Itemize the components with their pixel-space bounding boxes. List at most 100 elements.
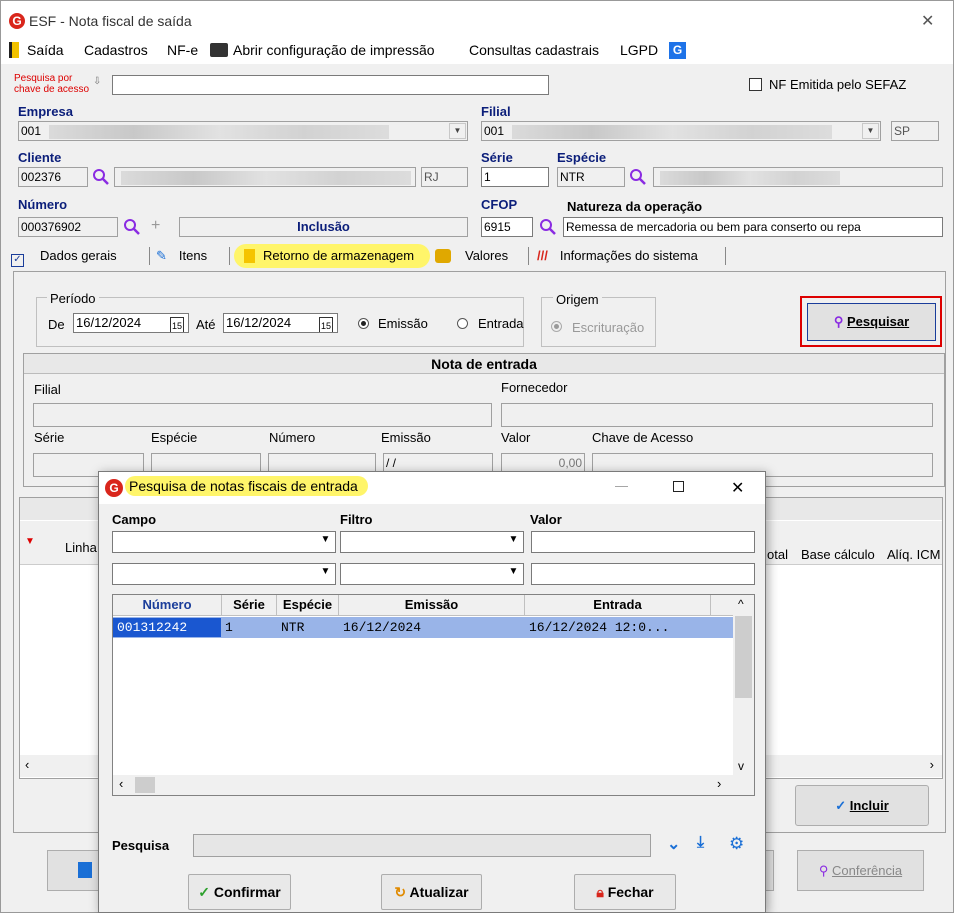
pesquisar-button[interactable]: ⚲ Pesquisar [807,303,936,341]
search-icon[interactable] [92,168,110,186]
close-icon[interactable]: ✕ [731,478,744,498]
search-icon[interactable] [539,218,557,236]
maximize-icon[interactable] [673,481,684,492]
ne-especie-label: Espécie [151,430,198,445]
close-icon[interactable]: ✕ [921,11,934,31]
expand-bottom-icon[interactable]: ⤓ [697,834,704,852]
escrituracao-radio[interactable] [551,321,562,332]
exit-door-icon [9,42,19,58]
menu-abrir-config[interactable]: Abrir configuração de impressão [233,42,435,58]
numero-input[interactable]: 000376902 [18,217,118,237]
cliente-code[interactable]: 002376 [18,167,88,187]
de-date-input[interactable]: 16/12/2024 15 [73,313,189,333]
especie-name [653,167,943,187]
status-display: Inclusão [179,217,468,237]
table-row[interactable]: 001312242 1 NTR 16/12/2024 16/12/2024 12… [113,617,733,638]
filial-code: 001 [484,124,505,138]
cliente-name [114,167,416,187]
search-icon[interactable] [629,168,647,186]
menu-cadastros[interactable]: Cadastros [84,42,148,58]
natureza-input[interactable]: Remessa de mercadoria ou bem para conser… [563,217,943,237]
menu-nfe[interactable]: NF-e [167,42,198,58]
chevron-down-icon[interactable]: ▼ [317,565,334,581]
atualizar-button[interactable]: ↻ Atualizar [381,874,482,910]
scroll-thumb[interactable] [735,616,752,698]
tab-info-label: Informações do sistema [559,248,698,263]
cliente-label: Cliente [18,150,62,165]
chevron-down-icon[interactable]: ▼ [862,123,879,139]
fechar-button[interactable]: 🔒︎ Fechar [574,874,676,910]
origem-legend: Origem [553,292,602,307]
menu-consultas[interactable]: Consultas cadastrais [469,42,599,58]
scroll-up-icon[interactable]: ^ [738,597,744,611]
col-aliq-icm: Alíq. ICM [887,547,941,562]
tab-retorno[interactable]: Retorno de armazenagem [234,244,430,268]
col-emissao[interactable]: Emissão [339,595,525,616]
expand-down-icon[interactable]: ⌄ [667,834,680,854]
incluir-label: Incluir [849,798,889,813]
valor-input-1[interactable] [531,531,755,553]
emissao-radio[interactable] [358,318,369,329]
chevron-down-icon[interactable]: ▼ [449,123,466,139]
chevron-down-icon[interactable]: ▼ [317,533,334,549]
coins-icon [435,249,451,263]
filial-select[interactable]: 001 ▼ [481,121,881,141]
tab-valores[interactable]: Valores [435,243,531,269]
hscroll-thumb[interactable] [135,777,155,793]
calendar-icon[interactable]: 15 [169,317,184,332]
gear-icon[interactable]: ⚙ [729,834,744,854]
grid-vscrollbar[interactable]: ^ v [733,595,754,795]
tab-info-sistema[interactable]: /// Informações do sistema [537,243,727,269]
campo-select-1[interactable]: ▼ [112,531,336,553]
menu-bar: Saída Cadastros NF-e Abrir configuração … [1,39,953,64]
entrada-radio[interactable] [457,318,468,329]
valor-input-2[interactable] [531,563,755,585]
serie-input[interactable]: 1 [481,167,549,187]
cfop-input[interactable]: 6915 [481,217,533,237]
periodo-legend: Período [47,291,99,306]
chevron-down-icon[interactable]: ▼ [505,565,522,581]
chevron-down-icon[interactable]: ▼ [505,533,522,549]
ne-valor-label: Valor [501,430,531,445]
plus-icon[interactable]: + [151,217,160,235]
ne-fornecedor-field [501,403,933,427]
col-especie[interactable]: Espécie [277,595,339,616]
search-icon[interactable] [123,218,141,236]
col-serie[interactable]: Série [222,595,277,616]
empresa-select[interactable]: 001 ▼ [18,121,468,141]
atualizar-label: Atualizar [409,884,469,900]
ate-date-input[interactable]: 16/12/2024 15 [223,313,338,333]
scroll-left-icon[interactable]: ‹ [119,776,123,791]
document-icon [244,249,255,263]
incluir-button[interactable]: ✓ Incluir [795,785,929,826]
campo-select-2[interactable]: ▼ [112,563,336,585]
calendar-icon[interactable]: 15 [318,317,333,332]
scroll-left-icon[interactable]: ‹ [25,757,29,772]
confirmar-button[interactable]: ✓ Confirmar [188,874,291,910]
tab-dados-gerais[interactable]: ✓ Dados gerais [11,243,149,269]
col-numero[interactable]: Número [113,595,222,616]
nf-sefaz-label: NF Emitida pelo SEFAZ [769,77,907,92]
cell-serie: 1 [225,620,233,635]
empresa-label: Empresa [18,104,73,119]
nf-sefaz-checkbox[interactable] [749,78,762,91]
scroll-right-icon[interactable]: › [717,776,721,791]
scroll-right-icon[interactable]: › [930,757,934,772]
grid-hscrollbar[interactable]: ‹ › [113,775,733,795]
search-key-input[interactable] [112,75,549,95]
filial-uf: SP [891,121,939,141]
pesquisa-input[interactable] [193,834,651,857]
scroll-down-icon[interactable]: v [738,759,744,773]
lgpd-logo-icon[interactable]: G [669,42,686,59]
tab-itens[interactable]: ✎ Itens [156,243,234,269]
especie-input[interactable]: NTR [557,167,625,187]
menu-saida[interactable]: Saída [27,42,64,58]
filtro-select-1[interactable]: ▼ [340,531,524,553]
col-entrada[interactable]: Entrada [525,595,711,616]
minimize-icon[interactable]: — [615,478,628,493]
conferencia-button[interactable]: ⚲ Conferência [797,850,924,891]
grid-header-spacer [711,595,733,616]
filtro-select-2[interactable]: ▼ [340,563,524,585]
menu-lgpd[interactable]: LGPD [620,42,658,58]
confirmar-label: Confirmar [213,884,281,900]
